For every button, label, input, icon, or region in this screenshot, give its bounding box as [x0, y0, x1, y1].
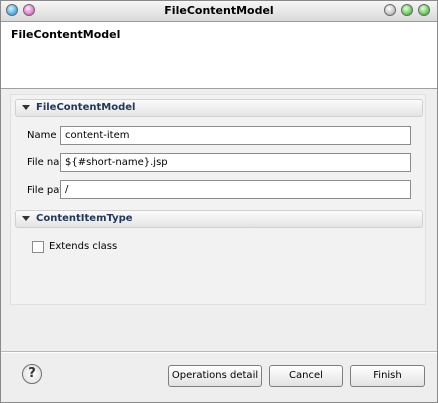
file-path-field[interactable] — [60, 180, 411, 199]
extends-class-label: Extends class — [49, 241, 118, 252]
maximize-icon[interactable] — [418, 4, 430, 16]
window-title: FileContentModel — [164, 4, 274, 17]
cancel-button[interactable]: Cancel — [269, 365, 343, 387]
form-content: FileContentModel Name File name File pat… — [10, 94, 426, 305]
header-banner: FileContentModel — [1, 22, 437, 89]
name-label: Name — [27, 130, 57, 141]
file-name-field[interactable] — [60, 153, 411, 172]
dialog-window: FileContentModel FileContentModel FileCo… — [0, 0, 438, 403]
section-header-filecontentmodel[interactable]: FileContentModel — [15, 99, 423, 117]
help-icon[interactable]: ? — [22, 364, 42, 384]
shade-icon[interactable] — [384, 4, 396, 16]
page-title: FileContentModel — [11, 28, 121, 41]
name-field[interactable] — [60, 126, 411, 145]
operations-detail-button[interactable]: Operations detail — [168, 365, 262, 387]
divider — [1, 351, 437, 353]
section-title: ContentItemType — [36, 213, 133, 224]
triangle-down-icon[interactable] — [22, 216, 30, 221]
section-title: FileContentModel — [36, 102, 136, 113]
extends-class-checkbox[interactable] — [32, 241, 44, 253]
finish-button[interactable]: Finish — [350, 365, 425, 387]
section-header-contentitemtype[interactable]: ContentItemType — [15, 210, 423, 228]
minimize-icon[interactable] — [401, 4, 413, 16]
triangle-down-icon[interactable] — [22, 105, 30, 110]
title-bar[interactable]: FileContentModel — [1, 1, 437, 22]
